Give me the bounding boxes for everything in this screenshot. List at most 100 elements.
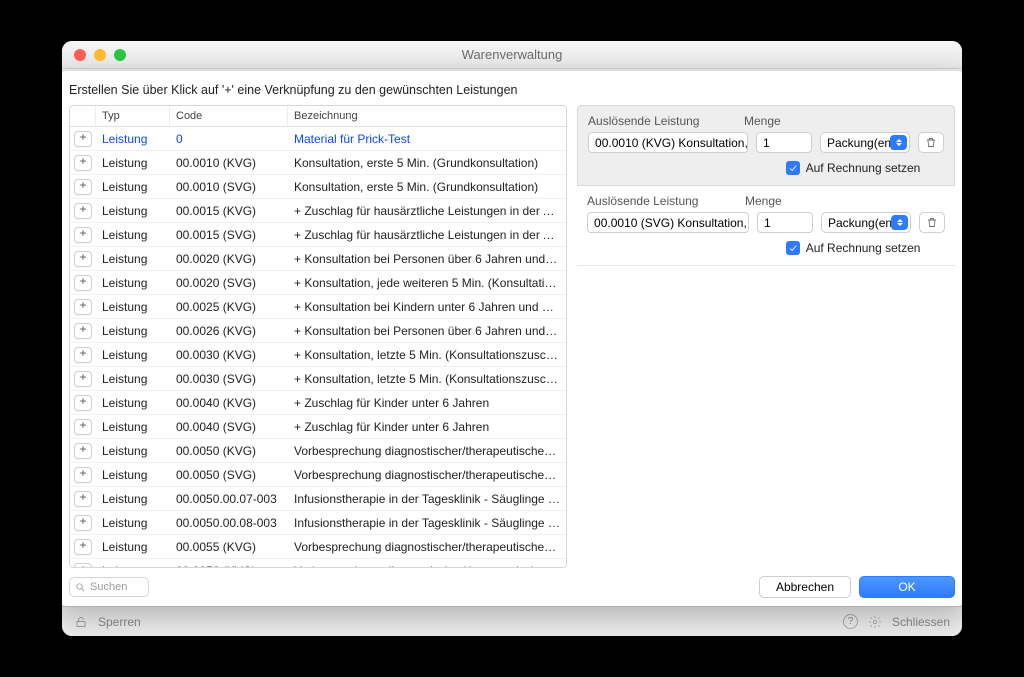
cell-code: 00.0040 (KVG) xyxy=(170,396,288,410)
cell-code: 0 xyxy=(170,132,288,146)
cell-bezeichnung: + Zuschlag für hausärztliche Leistungen … xyxy=(288,204,566,218)
add-link-button[interactable]: + xyxy=(74,131,92,147)
cell-bezeichnung: + Konsultation bei Personen über 6 Jahre… xyxy=(288,324,566,338)
add-link-button[interactable]: + xyxy=(74,539,92,555)
add-link-button[interactable]: + xyxy=(74,419,92,435)
quantity-field[interactable]: 1 xyxy=(756,132,812,153)
cell-bezeichnung: Konsultation, erste 5 Min. (Grundkonsult… xyxy=(288,180,566,194)
table-body[interactable]: +Leistung0Material für Prick-Test+Leistu… xyxy=(70,127,566,567)
add-link-button[interactable]: + xyxy=(74,275,92,291)
add-link-button[interactable]: + xyxy=(74,299,92,315)
delete-button[interactable] xyxy=(918,132,944,153)
cell-typ: Leistung xyxy=(96,444,170,458)
minimize-window-button[interactable] xyxy=(94,49,106,61)
table-row[interactable]: +Leistung00.0050 (SVG)Vorbesprechung dia… xyxy=(70,463,566,487)
cell-bezeichnung: Vorbesprechung diagnostischer/therapeuti… xyxy=(288,468,566,482)
lock-button-label[interactable]: Sperren xyxy=(98,615,141,629)
unit-select[interactable]: Packung(en) xyxy=(820,132,910,153)
add-link-button[interactable]: + xyxy=(74,203,92,219)
zoom-window-button[interactable] xyxy=(114,49,126,61)
add-link-button[interactable]: + xyxy=(74,179,92,195)
table-row[interactable]: +Leistung00.0020 (KVG)+ Konsultation bei… xyxy=(70,247,566,271)
table-row[interactable]: +Leistung00.0055 (KVG)Vorbesprechung dia… xyxy=(70,535,566,559)
trigger-group: Auslösende Leistung Menge 00.0010 (SVG) Ko… xyxy=(577,186,955,266)
cell-typ: Leistung xyxy=(96,348,170,362)
cell-typ: Leistung xyxy=(96,492,170,506)
table-row[interactable]: +Leistung00.0025 (KVG)+ Konsultation bei… xyxy=(70,295,566,319)
add-link-button[interactable]: + xyxy=(74,563,92,568)
label-leistung: Auslösende Leistung xyxy=(588,114,734,128)
add-link-button[interactable]: + xyxy=(74,371,92,387)
close-button-label[interactable]: Schliessen xyxy=(892,615,950,629)
table-row[interactable]: +Leistung00.0050 (KVG)Vorbesprechung dia… xyxy=(70,439,566,463)
table-row[interactable]: +Leistung00.0050.00.08-003Infusionsthera… xyxy=(70,511,566,535)
add-link-button[interactable]: + xyxy=(74,443,92,459)
add-link-button[interactable]: + xyxy=(74,395,92,411)
table-row[interactable]: + Leistung00.0010 (SVG)Konsultation, erst… xyxy=(70,175,566,199)
table-row[interactable]: +Leistung00.0026 (KVG)+ Konsultation bei… xyxy=(70,319,566,343)
add-link-button[interactable]: + xyxy=(74,227,92,243)
quantity-field[interactable]: 1 xyxy=(757,212,813,233)
trigger-service-field[interactable]: 00.0010 (SVG) Konsultation, ers xyxy=(587,212,749,233)
table-row[interactable]: +Leistung00.0015 (SVG)+ Zuschlag für hau… xyxy=(70,223,566,247)
table-row[interactable]: +Leistung0Material für Prick-Test xyxy=(70,127,566,151)
label-menge: Menge xyxy=(744,114,944,128)
label-leistung: Auslösende Leistung xyxy=(587,194,735,208)
cell-code: 00.0040 (SVG) xyxy=(170,420,288,434)
add-link-button[interactable]: + xyxy=(74,323,92,339)
label-menge: Menge xyxy=(745,194,945,208)
invoice-checkbox[interactable] xyxy=(786,161,800,175)
table-row[interactable]: +Leistung00.0040 (SVG)+ Zuschlag für Kin… xyxy=(70,415,566,439)
cell-code: 00.0010 (SVG) xyxy=(170,180,288,194)
trigger-service-field[interactable]: 00.0010 (KVG) Konsultation, ers xyxy=(588,132,748,153)
close-window-button[interactable] xyxy=(74,49,86,61)
col-header-typ[interactable]: Typ xyxy=(96,106,170,126)
delete-button[interactable] xyxy=(919,212,945,233)
cell-typ: Leistung xyxy=(96,156,170,170)
table-row[interactable]: +Leistung00.0040 (KVG)+ Zuschlag für Kin… xyxy=(70,391,566,415)
cell-typ: Leistung xyxy=(96,420,170,434)
cell-bezeichnung: + Zuschlag für hausärztliche Leistungen … xyxy=(288,228,566,242)
window-title: Warenverwaltung xyxy=(62,47,962,62)
table-row[interactable]: +Leistung00.0056 (KVG)Vorbesprechung dia… xyxy=(70,559,566,567)
search-input[interactable]: Suchen xyxy=(69,577,149,597)
table-row[interactable]: +Leistung00.0020 (SVG)+ Konsultation, je… xyxy=(70,271,566,295)
table-row[interactable]: +Leistung00.0015 (KVG)+ Zuschlag für hau… xyxy=(70,199,566,223)
app-window: Warenverwaltung Sperren ? Schliessen Ers… xyxy=(62,41,962,636)
cell-bezeichnung: + Konsultation bei Kindern unter 6 Jahre… xyxy=(288,300,566,314)
gear-icon[interactable] xyxy=(868,615,882,629)
add-link-button[interactable]: + xyxy=(74,515,92,531)
cell-typ: Leistung xyxy=(96,396,170,410)
cell-code: 00.0026 (KVG) xyxy=(170,324,288,338)
cell-bezeichnung: Vorbesprechung diagnostischer/therapeuti… xyxy=(288,540,566,554)
add-link-button[interactable]: + xyxy=(74,347,92,363)
titlebar: Warenverwaltung xyxy=(62,41,962,69)
cell-bezeichnung: Infusionstherapie in der Tagesklinik - S… xyxy=(288,516,566,530)
cell-typ: Leistung xyxy=(96,180,170,194)
col-header-code[interactable]: Code xyxy=(170,106,288,126)
lock-icon xyxy=(74,615,88,629)
table-row[interactable]: +Leistung00.0050.00.07-003Infusionsthera… xyxy=(70,487,566,511)
cell-code: 00.0020 (KVG) xyxy=(170,252,288,266)
add-link-button[interactable]: + xyxy=(74,251,92,267)
cell-typ: Leistung xyxy=(96,132,170,146)
add-link-button[interactable]: + xyxy=(74,491,92,507)
trigger-group: Auslösende Leistung Menge 00.0010 (KVG) Ko… xyxy=(577,105,955,186)
cancel-button[interactable]: Abbrechen xyxy=(759,576,851,598)
invoice-checkbox[interactable] xyxy=(786,241,800,255)
table-row[interactable]: +Leistung00.0010 (KVG)Konsultation, erst… xyxy=(70,151,566,175)
table-row[interactable]: +Leistung00.0030 (SVG)+ Konsultation, le… xyxy=(70,367,566,391)
cell-code: 00.0025 (KVG) xyxy=(170,300,288,314)
cell-bezeichnung: + Konsultation, letzte 5 Min. (Konsultat… xyxy=(288,348,566,362)
add-link-button[interactable]: + xyxy=(74,467,92,483)
unit-select[interactable]: Packung(en) xyxy=(821,212,911,233)
window-controls xyxy=(62,49,126,61)
add-link-button[interactable]: + xyxy=(74,155,92,171)
cell-typ: Leistung xyxy=(96,468,170,482)
ok-button[interactable]: OK xyxy=(859,576,955,598)
table-row[interactable]: +Leistung00.0030 (KVG)+ Konsultation, le… xyxy=(70,343,566,367)
cell-bezeichnung: + Konsultation, letzte 5 Min. (Konsultat… xyxy=(288,372,566,386)
col-header-bezeichnung[interactable]: Bezeichnung xyxy=(288,106,566,126)
cell-typ: Leistung xyxy=(96,372,170,386)
help-button[interactable]: ? xyxy=(843,614,858,629)
